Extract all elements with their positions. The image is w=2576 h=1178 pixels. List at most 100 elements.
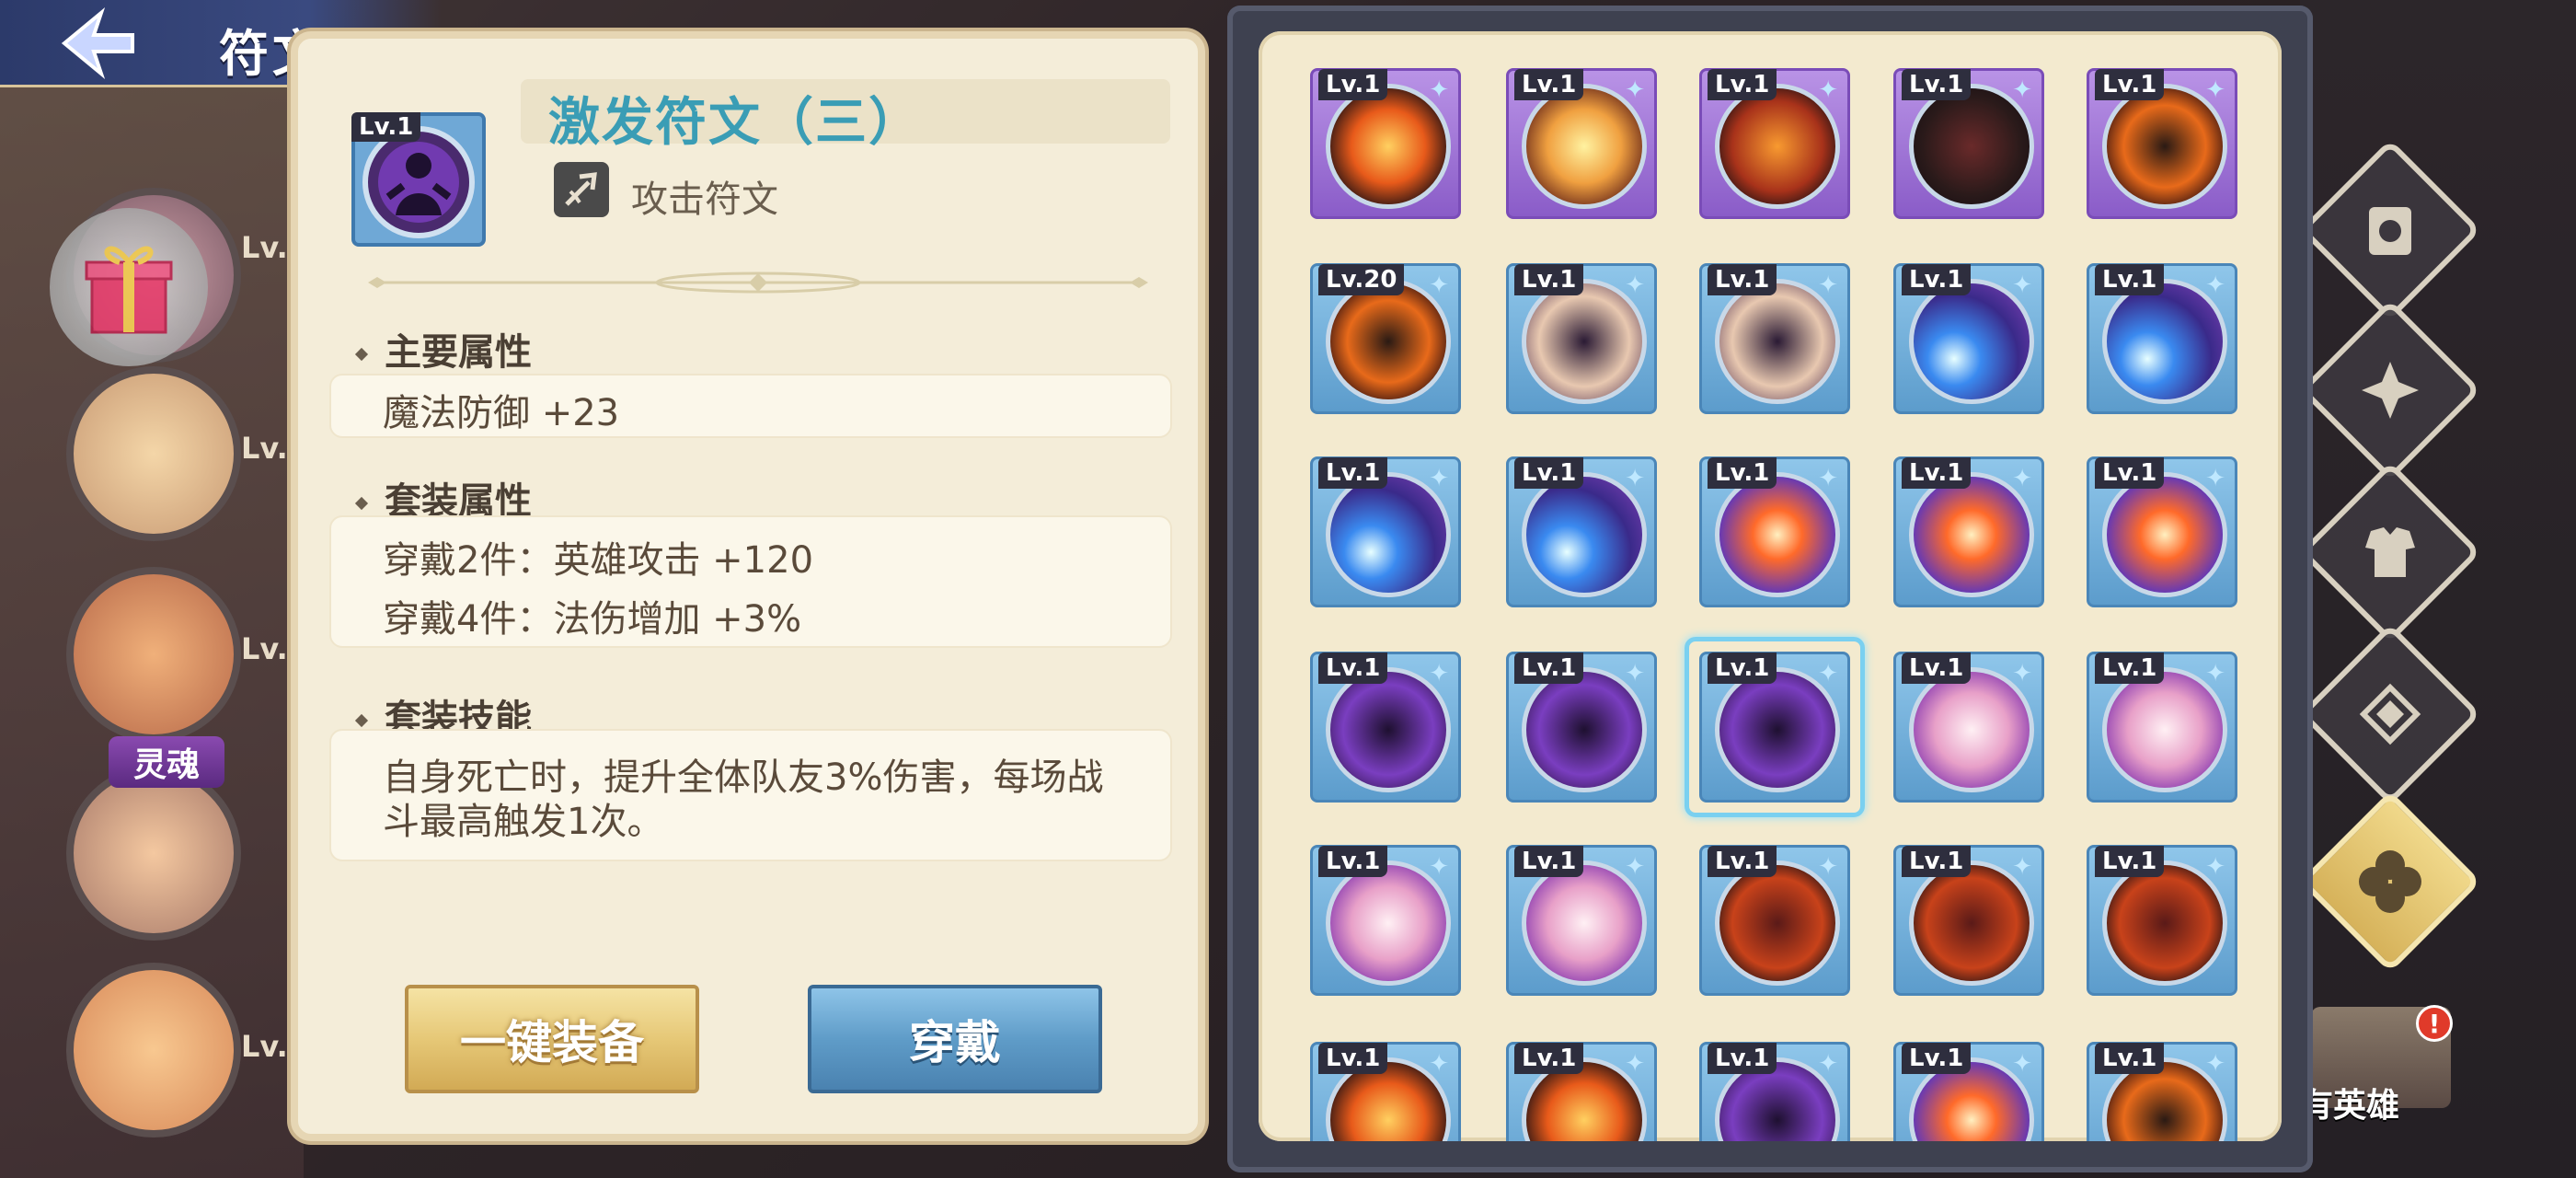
set-attr-line: 穿戴4件：法伤增加 +3% (383, 598, 802, 641)
sparkle-icon: ✦ (1429, 76, 1449, 104)
nav-book-button[interactable] (2326, 166, 2455, 294)
rune-slot[interactable]: Lv.1 ✦ (1310, 652, 1461, 803)
auto-equip-button[interactable]: 一键装备 (405, 985, 699, 1093)
rune-detail-panel: Lv.1 激发符文（三） 攻击符文 主要属性 魔法防御 +23 套装属性 穿戴2… (291, 31, 1205, 1141)
sparkle-icon: ✦ (1625, 660, 1645, 687)
sparkle-icon: ✦ (1429, 660, 1449, 687)
sparkle-icon: ✦ (1625, 1050, 1645, 1078)
rune-slot[interactable]: Lv.1 ✦ (1893, 1042, 2044, 1141)
sparkle-icon: ✦ (2205, 271, 2225, 299)
rune-slot[interactable]: Lv.1 ✦ (2087, 456, 2237, 607)
rune-type: 攻击符文 (631, 179, 778, 221)
back-arrow-icon (61, 7, 134, 79)
all-heroes-label: 有英雄 (2300, 1087, 2400, 1125)
rune-name: 激发符文（三） (548, 93, 922, 153)
rune-slot[interactable]: Lv.1 ✦ (1310, 456, 1461, 607)
rune-slot[interactable]: Lv.1 ✦ (2087, 652, 2237, 803)
soul-tag: 灵魂 (109, 736, 224, 788)
rune-slot[interactable]: Lv.1 ✦ (1310, 845, 1461, 996)
rune-slot[interactable]: Lv.1 ✦ (1506, 652, 1657, 803)
rune-slot[interactable]: Lv.1 ✦ (1893, 263, 2044, 414)
armor-icon (2365, 527, 2415, 577)
hero-portrait[interactable] (66, 963, 241, 1138)
gift-button[interactable] (50, 208, 208, 366)
sparkle-icon: ✦ (2012, 465, 2032, 492)
sparkle-icon: ✦ (2012, 271, 2032, 299)
rune-inventory: Lv.1 ✦ Lv.1 ✦ Lv.1 ✦ Lv.1 ✦ Lv.1 ✦ Lv.20 ✦ Lv.1 ✦ Lv.1… (1259, 31, 2282, 1141)
rune-slot[interactable]: Lv.1 ✦ (1506, 1042, 1657, 1141)
clover-icon (2359, 850, 2421, 913)
sparkle-icon: ✦ (1818, 1050, 1838, 1078)
nav-clover-button[interactable] (2326, 817, 2455, 946)
attack-type-icon (554, 162, 609, 217)
rune-slot[interactable]: Lv.1 ✦ (1893, 845, 2044, 996)
sparkle-icon: ✦ (2205, 465, 2225, 492)
rune-slot[interactable]: Lv.1 ✦ (1506, 845, 1657, 996)
book-icon (2369, 207, 2411, 255)
sparkle-icon: ✦ (2205, 660, 2225, 687)
rune-slot-level: Lv.1 (2095, 1043, 2165, 1074)
sparkle-icon: ✦ (2205, 1050, 2225, 1078)
rune-slot[interactable]: Lv.1 ✦ (1699, 456, 1850, 607)
rune-slot[interactable]: Lv.1 ✦ (2087, 263, 2237, 414)
rune-slot[interactable]: Lv.1 ✦ (1699, 1042, 1850, 1141)
sparkle-icon: ✦ (1818, 271, 1838, 299)
rune-slot-level: Lv.1 (1902, 846, 1972, 877)
sparkle-icon: ✦ (2012, 660, 2032, 687)
sparkle-icon: ✦ (1429, 465, 1449, 492)
rune-slot-level: Lv.1 (1708, 264, 1777, 295)
rune-slot[interactable]: Lv.1 ✦ (1699, 263, 1850, 414)
sparkle-icon: ✦ (1625, 76, 1645, 104)
rune-slot-level: Lv.1 (1902, 264, 1972, 295)
rune-slot-level: Lv.1 (1902, 1043, 1972, 1074)
rune-slot-level: Lv.1 (1708, 69, 1777, 100)
rune-slot[interactable]: Lv.1 ✦ (1893, 68, 2044, 219)
set-attr-line: 穿戴2件：英雄攻击 +120 (383, 539, 814, 582)
set-skill-line: 斗最高触发1次。 (383, 801, 664, 843)
rune-slot[interactable]: Lv.1 ✦ (1699, 845, 1850, 996)
rune-slot-level: Lv.1 (1902, 69, 1972, 100)
rune-slot[interactable]: Lv.1 ✦ (1310, 1042, 1461, 1141)
rune-slot-level: Lv.1 (2095, 457, 2165, 489)
rune-slot-level: Lv.1 (1708, 1043, 1777, 1074)
rune-slot[interactable]: Lv.20 ✦ (1310, 263, 1461, 414)
rune-slot-level: Lv.1 (1514, 69, 1584, 100)
hero-portrait[interactable] (66, 366, 241, 541)
gift-icon (85, 246, 173, 334)
hero-portrait[interactable] (66, 567, 241, 742)
back-button[interactable] (55, 7, 138, 79)
rune-slot[interactable]: Lv.1 ✦ (1506, 263, 1657, 414)
equip-button[interactable]: 穿戴 (808, 985, 1102, 1093)
rune-slot[interactable]: Lv.1 ✦ (1506, 456, 1657, 607)
nav-diamond-button[interactable] (2326, 650, 2455, 779)
rune-slot[interactable]: Lv.1 ✦ (1893, 652, 2044, 803)
rune-slot-level: Lv.1 (1318, 69, 1388, 100)
rune-slot[interactable]: Lv.1 ✦ (1310, 68, 1461, 219)
star-icon (2362, 362, 2419, 419)
rune-slot-level: Lv.1 (1514, 1043, 1584, 1074)
nav-armor-button[interactable] (2326, 488, 2455, 617)
rune-slot-level: Lv.1 (2095, 653, 2165, 684)
rune-slot-level: Lv.1 (1514, 264, 1584, 295)
rune-slot-level: Lv.1 (1514, 653, 1584, 684)
rune-slot[interactable]: Lv.1 ✦ (2087, 1042, 2237, 1141)
rune-level: Lv.1 (351, 112, 421, 142)
sparkle-icon: ✦ (1818, 76, 1838, 104)
rune-slot-level: Lv.20 (1318, 264, 1405, 295)
sparkle-icon: ✦ (2205, 76, 2225, 104)
rune-slot[interactable]: Lv.1 ✦ (1506, 68, 1657, 219)
nav-star-button[interactable] (2326, 326, 2455, 455)
rune-slot[interactable]: Lv.1 ✦ (2087, 845, 2237, 996)
rune-slot-level: Lv.1 (1318, 846, 1388, 877)
rune-slot[interactable]: Lv.1 ✦ (1893, 456, 2044, 607)
sparkle-icon: ✦ (1625, 465, 1645, 492)
rune-slot[interactable]: Lv.1 ✦ (2087, 68, 2237, 219)
hero-portrait[interactable] (66, 766, 241, 941)
selected-slot-highlight (1685, 637, 1865, 817)
rune-slot-level: Lv.1 (1708, 457, 1777, 489)
diamond-icon (2359, 683, 2421, 745)
ornament-divider (368, 271, 1148, 294)
main-attr-value: 魔法防御 +23 (383, 392, 620, 434)
rune-slot[interactable]: Lv.1 ✦ (1699, 68, 1850, 219)
rune-slot-level: Lv.1 (1902, 653, 1972, 684)
